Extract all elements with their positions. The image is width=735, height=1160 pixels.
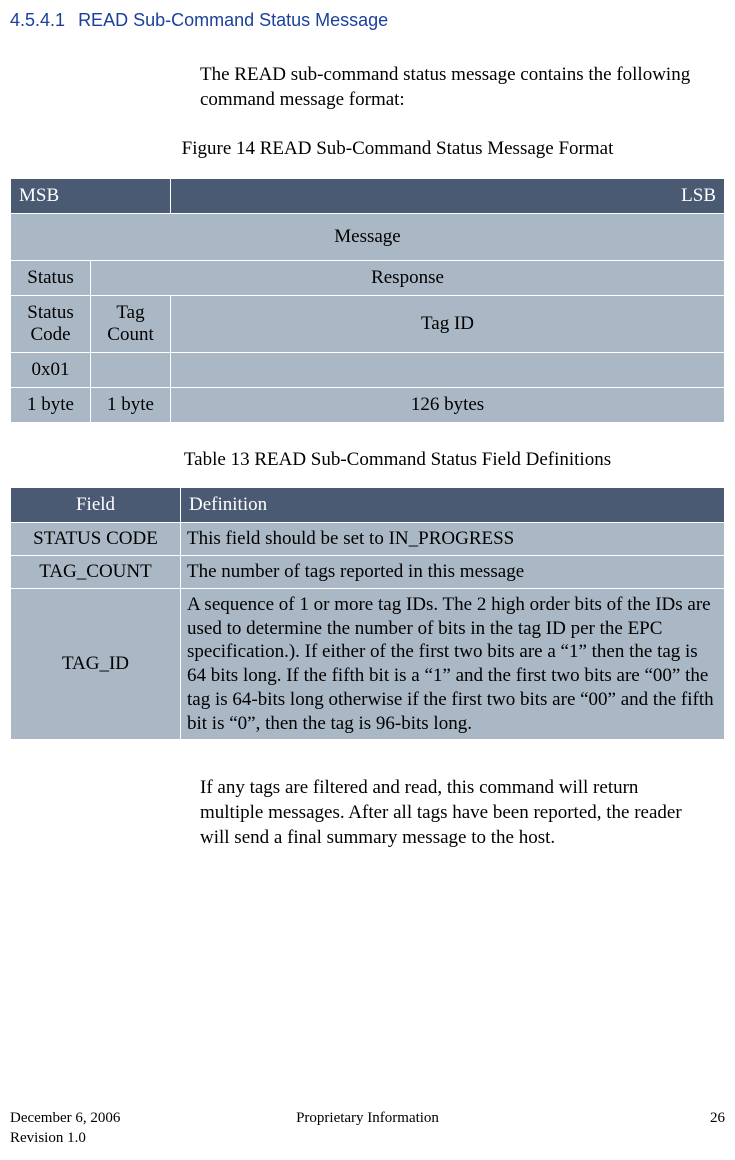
message-cell: Message bbox=[11, 214, 725, 261]
status-code-cell: Status Code bbox=[11, 296, 91, 353]
def-row-definition: A sequence of 1 or more tag IDs. The 2 h… bbox=[181, 588, 725, 740]
val-status-cell: 0x01 bbox=[11, 353, 91, 388]
msb-label: MSB bbox=[11, 179, 171, 214]
outro-paragraph: If any tags are filtered and read, this … bbox=[200, 776, 705, 850]
def-row-definition: The number of tags reported in this mess… bbox=[181, 556, 725, 589]
section-heading: 4.5.4.1 READ Sub-Command Status Message bbox=[10, 10, 725, 31]
tag-count-cell: Tag Count bbox=[91, 296, 171, 353]
figure-caption: Figure 14 READ Sub-Command Status Messag… bbox=[70, 138, 725, 160]
size-col1-cell: 1 byte bbox=[11, 388, 91, 423]
size-col3-cell: 126 bytes bbox=[171, 388, 725, 423]
lsb-label: LSB bbox=[171, 179, 725, 214]
section-number: 4.5.4.1 bbox=[10, 10, 65, 31]
def-row-field: TAG_ID bbox=[11, 588, 181, 740]
status-cell: Status bbox=[11, 261, 91, 296]
page-footer: Proprietary Information December 6, 2006… bbox=[10, 1109, 725, 1148]
def-row-definition: This field should be set to IN_PROGRESS bbox=[181, 523, 725, 556]
def-row-field: STATUS CODE bbox=[11, 523, 181, 556]
footer-revision: Revision 1.0 bbox=[10, 1129, 86, 1149]
def-row-field: TAG_COUNT bbox=[11, 556, 181, 589]
def-hdr-definition: Definition bbox=[181, 488, 725, 523]
response-cell: Response bbox=[91, 261, 725, 296]
footer-center: Proprietary Information bbox=[10, 1109, 725, 1129]
format-table: MSB LSB Message Status Response Status C… bbox=[10, 178, 725, 423]
table-caption: Table 13 READ Sub-Command Status Field D… bbox=[70, 449, 725, 471]
tag-id-cell: Tag ID bbox=[171, 296, 725, 353]
section-title: READ Sub-Command Status Message bbox=[78, 10, 388, 30]
intro-paragraph: The READ sub-command status message cont… bbox=[200, 63, 705, 112]
def-hdr-field: Field bbox=[11, 488, 181, 523]
definition-table: Field Definition STATUS CODE This field … bbox=[10, 487, 725, 740]
val-tagid-cell bbox=[171, 353, 725, 388]
val-tagcount-cell bbox=[91, 353, 171, 388]
size-col2-cell: 1 byte bbox=[91, 388, 171, 423]
